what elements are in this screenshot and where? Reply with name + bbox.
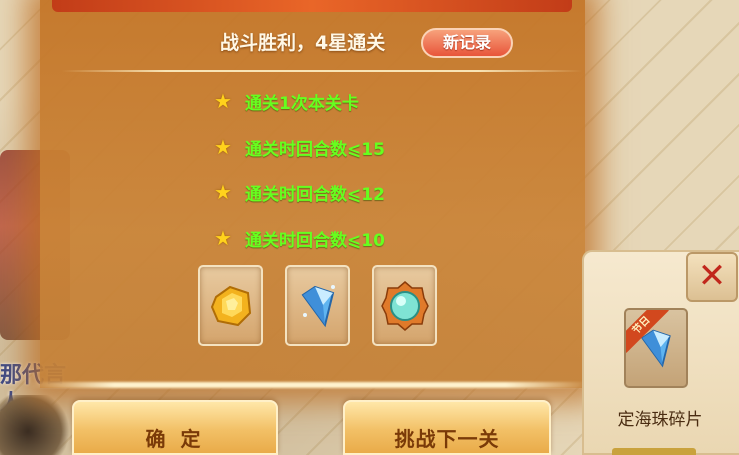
- star-icon: ★: [214, 226, 232, 250]
- item-name: 定海珠碎片: [617, 410, 703, 430]
- header-divider: [62, 70, 582, 72]
- new-record-badge: 新记录: [421, 28, 513, 58]
- confirm-button[interactable]: 确 定: [72, 400, 278, 455]
- dialog-top-strip: [52, 0, 572, 12]
- star-icon: ★: [214, 135, 232, 159]
- condition-text: 通关时回合数⩽10: [245, 230, 385, 251]
- condition-text: 通关时回合数⩽12: [245, 184, 385, 205]
- star-icon: ★: [214, 89, 232, 113]
- dialog-bottom-glow: [30, 382, 590, 388]
- condition-item: ★ 通关1次本关卡: [214, 88, 359, 114]
- gold-gem-icon: [210, 285, 251, 326]
- dialog-header: 战斗胜利，4星通关 新记录: [0, 22, 620, 62]
- background-character: [0, 395, 70, 455]
- side-panel-bar: [612, 448, 696, 455]
- reward-slot[interactable]: [372, 265, 437, 346]
- condition-item: ★ 通关时回合数⩽10: [214, 225, 385, 251]
- close-icon[interactable]: ✕: [686, 252, 738, 302]
- condition-item: ★ 通关时回合数⩽12: [214, 179, 385, 205]
- reward-slot[interactable]: [285, 265, 350, 346]
- condition-text: 通关1次本关卡: [245, 93, 359, 114]
- item-preview[interactable]: 节日: [624, 308, 688, 388]
- reward-slot[interactable]: [198, 265, 263, 346]
- condition-item: ★ 通关时回合数⩽15: [214, 134, 385, 160]
- star-icon: ★: [214, 180, 232, 204]
- cyan-orb-icon: [380, 280, 429, 331]
- condition-text: 通关时回合数⩽15: [245, 139, 385, 160]
- victory-title: 战斗胜利，4星通关: [220, 32, 386, 54]
- blue-crystal-shard-icon: [301, 284, 335, 327]
- next-stage-button[interactable]: 挑战下一关: [343, 400, 551, 455]
